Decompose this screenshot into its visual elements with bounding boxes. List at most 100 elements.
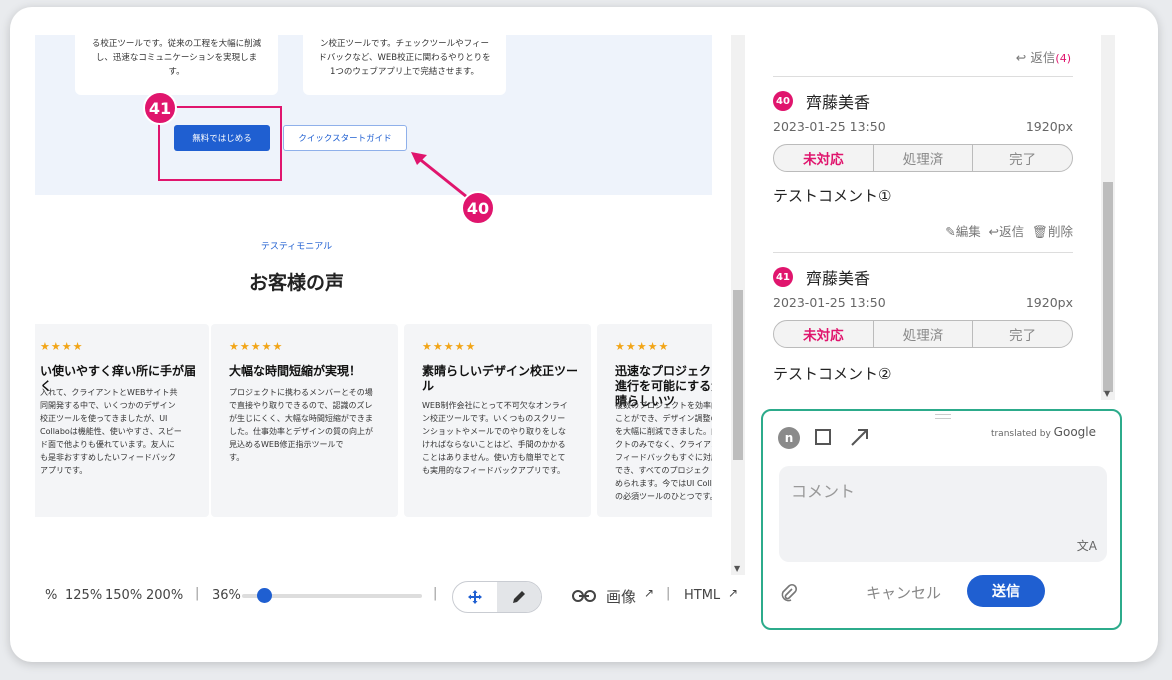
- send-button[interactable]: 送信: [967, 575, 1045, 607]
- preview-scrollbar[interactable]: ▼: [731, 35, 745, 575]
- image-export-link[interactable]: 画像: [606, 586, 636, 607]
- comment-resolution: 1920px: [1025, 295, 1073, 310]
- comment-scrollbar[interactable]: ▼: [1101, 35, 1115, 400]
- reply-icon: ↩: [988, 224, 1000, 239]
- divider: [773, 252, 1073, 253]
- star-rating: ★★★★★: [422, 340, 477, 353]
- comment-number: 40: [773, 91, 793, 111]
- feature-text-line: る校正ツールです。従来の工程を大幅に削減: [91, 39, 262, 49]
- zoom-preset[interactable]: 150%: [105, 588, 142, 603]
- feature-card: る校正ツールです。従来の工程を大幅に削減 し、迅速なコミュニケーションを実現しま…: [75, 35, 278, 95]
- zoom-preset[interactable]: %: [45, 588, 57, 603]
- paperclip-icon[interactable]: [779, 583, 799, 603]
- avatar: n: [778, 427, 800, 449]
- status-processed[interactable]: 処理済: [874, 145, 974, 171]
- comment-input[interactable]: コメント 文A: [779, 466, 1107, 562]
- external-link-icon[interactable]: ↗: [644, 586, 654, 600]
- testimonial-body: WEB制作会社にとって不可欠なオンライ ン校正ツールです。いくつものスクリー ンショ…: [422, 401, 568, 475]
- comment-text: テストコメント①: [773, 187, 892, 205]
- comment-panel: ↩ 返信(4) 40 齊藤美香 2023-01-25 13:50 1920px …: [746, 35, 1101, 400]
- reply-link[interactable]: ↩ 返信(4): [1016, 47, 1071, 66]
- feature-text-line: す。: [168, 67, 185, 77]
- comment-date: 2023-01-25 13:50: [773, 295, 886, 310]
- resize-handle[interactable]: [935, 414, 951, 419]
- reply-icon: ↩: [1015, 50, 1027, 65]
- cancel-button[interactable]: キャンセル: [866, 582, 941, 603]
- zoom-slider-handle[interactable]: [256, 588, 272, 603]
- testimonial-card: ★★★★★ 大幅な時間短縮が実現！ プロジェクトに携わるメンバーとその場 で直接や…: [211, 324, 398, 517]
- zoom-preset[interactable]: 125%: [65, 588, 102, 603]
- scroll-down-icon[interactable]: ▼: [1104, 389, 1110, 398]
- testimonial-card: ★★★★★ 素晴らしいデザイン校正ツール WEB制作会社にとって不可欠なオンライ…: [404, 324, 591, 517]
- testimonial-card: ★★★★ い使いやすく痒い所に手が届く 入れて、クライアントとWEBサイト共 同開…: [35, 324, 209, 517]
- feature-text-line: 1つのウェブアプリ上で完結させます。: [329, 67, 480, 77]
- move-mode-button[interactable]: [453, 582, 497, 612]
- html-export-link[interactable]: HTML: [684, 588, 720, 603]
- divider: |: [666, 586, 671, 601]
- section-eyebrow: テスティモニアル: [260, 242, 333, 252]
- preview-scrollbar-thumb[interactable]: [733, 290, 743, 460]
- annotation-box-41[interactable]: [158, 106, 282, 181]
- comment-item: 40 齊藤美香 2023-01-25 13:50 1920px 未対応 処理済 …: [773, 91, 1073, 241]
- hero-section: る校正ツールです。従来の工程を大幅に削減 し、迅速なコミュニケーションを実現しま…: [35, 35, 712, 199]
- testimonial-body: 複数のプロジェクトを効率的にことができ、デザイン調整の手を大幅に削減できました。…: [615, 401, 712, 501]
- site-preview[interactable]: る校正ツールです。従来の工程を大幅に削減 し、迅速なコミュニケーションを実現しま…: [35, 35, 712, 585]
- pencil-icon: ✎: [945, 224, 956, 239]
- comment-text: テストコメント②: [773, 365, 892, 383]
- divider: [773, 76, 1073, 77]
- zoom-toolbar: % 125% 150% 200% | 36% | 画像 ↗ | HTML ↗: [35, 581, 740, 613]
- status-unhandled[interactable]: 未対応: [774, 145, 874, 171]
- google-logo-text: Google: [1053, 425, 1096, 439]
- testimonial-body: 入れて、クライアントとWEBサイト共 同開発する中で、いくつかのデザイン 校正ツール…: [40, 388, 182, 475]
- quickstart-guide-button[interactable]: クイックスタートガイド: [283, 125, 407, 151]
- comment-author: 齊藤美香: [806, 269, 871, 288]
- feature-text-line: ン校正ツールです。チェックツールやフィー: [320, 39, 489, 49]
- mode-toggle[interactable]: [452, 581, 542, 613]
- star-rating: ★★★★: [40, 340, 84, 353]
- comment-scrollbar-thumb[interactable]: [1103, 182, 1113, 392]
- zoom-value: 36%: [212, 588, 241, 603]
- star-rating: ★★★★★: [229, 340, 284, 353]
- comment-author: 齊藤美香: [806, 93, 871, 112]
- feature-text-line: し、迅速なコミュニケーションを実現しま: [95, 53, 258, 63]
- feature-text-line: ドバックなど、WEB校正に関わるやりとりを: [318, 53, 491, 63]
- testimonial-title: 素晴らしいデザイン校正ツール: [422, 364, 579, 393]
- feature-card: ン校正ツールです。チェックツールやフィー ドバックなど、WEB校正に関わるやりと…: [303, 35, 506, 95]
- translation-credit: translated by Google: [990, 425, 1096, 439]
- rectangle-tool-icon[interactable]: [815, 429, 831, 445]
- pencil-icon: [513, 591, 525, 603]
- status-segmented-control: 未対応 処理済 完了: [773, 320, 1073, 348]
- comment-actions: ✎編集 ↩返信 🗑削除: [945, 397, 1073, 400]
- testimonial-title: 大幅な時間短縮が実現！: [229, 364, 362, 378]
- section-heading: お客様の声: [248, 272, 344, 294]
- translate-icon[interactable]: 文A: [1077, 537, 1097, 554]
- divider: |: [433, 586, 438, 601]
- comment-resolution: 1920px: [1025, 119, 1073, 134]
- status-done[interactable]: 完了: [973, 145, 1072, 171]
- move-icon: [468, 590, 482, 604]
- testimonial-body: プロジェクトに携わるメンバーとその場 で直接やり取りできるので、認識のズレ が生じに…: [229, 388, 373, 462]
- annotation-pin-40[interactable]: 40: [461, 191, 495, 225]
- comment-item: 41 齊藤美香 2023-01-25 13:50 1920px 未対応 処理済 …: [773, 267, 1073, 400]
- zoom-preset[interactable]: 200%: [146, 588, 183, 603]
- reply-label: 返信: [1030, 50, 1056, 65]
- scroll-down-icon[interactable]: ▼: [734, 564, 740, 573]
- trash-icon: 🗑: [1032, 224, 1048, 239]
- comment-date: 2023-01-25 13:50: [773, 119, 886, 134]
- reply-count: (4): [1055, 52, 1071, 65]
- comment-editor: n translated by Google コメント 文A キャンセル 送信: [761, 409, 1122, 630]
- reply-button[interactable]: ↩返信: [989, 224, 1025, 239]
- status-unhandled[interactable]: 未対応: [774, 321, 874, 347]
- arrow-tool-icon[interactable]: [849, 426, 871, 448]
- status-done[interactable]: 完了: [973, 321, 1072, 347]
- status-segmented-control: 未対応 処理済 完了: [773, 144, 1073, 172]
- annotation-pin-41[interactable]: 41: [143, 91, 177, 125]
- draw-mode-button[interactable]: [497, 582, 541, 612]
- link-icon[interactable]: [572, 589, 596, 603]
- delete-button[interactable]: 🗑削除: [1032, 224, 1073, 239]
- edit-button[interactable]: ✎編集: [945, 224, 981, 239]
- comment-actions: ✎編集 ↩返信 🗑削除: [945, 221, 1073, 240]
- status-processed[interactable]: 処理済: [874, 321, 974, 347]
- external-link-icon[interactable]: ↗: [728, 586, 738, 600]
- comment-placeholder: コメント: [791, 482, 856, 501]
